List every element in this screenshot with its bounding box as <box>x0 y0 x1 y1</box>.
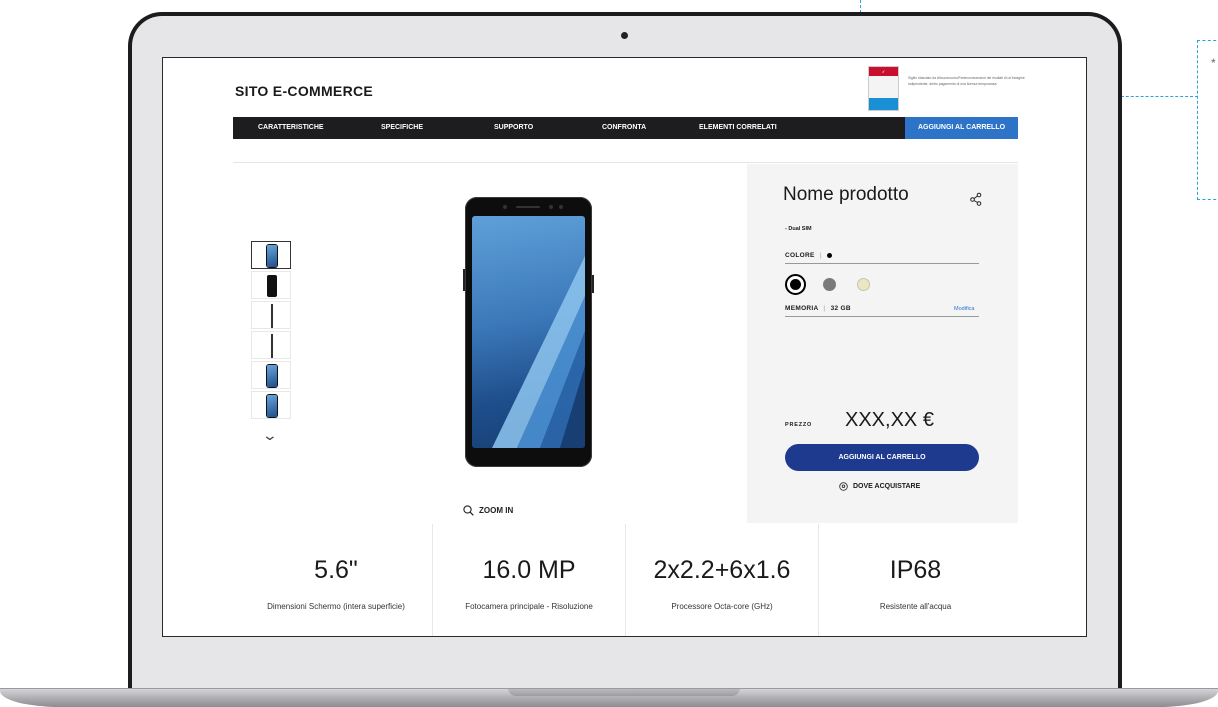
memory-label: MEMORIA <box>785 305 819 312</box>
memory-value: 32 GB <box>830 305 851 312</box>
phone-thumb-image <box>271 304 273 328</box>
badge-footer <box>869 98 898 110</box>
phone-thumb-image <box>267 275 277 297</box>
color-row: COLORE | <box>785 252 832 259</box>
phone-thumb-image <box>271 334 273 358</box>
color-swatch-gray[interactable] <box>823 278 836 291</box>
where-to-buy-link[interactable]: DOVE ACQUISTARE <box>839 482 920 491</box>
location-pin-icon <box>839 482 848 491</box>
price-label: PREZZO <box>785 422 813 428</box>
spec-value: 2x2.2+6x1.6 <box>653 556 791 584</box>
certification-badge[interactable]: ✓ <box>868 66 899 111</box>
annotation-marker: * <box>1211 56 1216 70</box>
zoom-in-label: ZOOM IN <box>479 506 514 515</box>
laptop-base-edge <box>0 688 1218 689</box>
color-swatch-black[interactable] <box>785 274 806 295</box>
phone-speaker <box>516 206 540 208</box>
zoom-in-button[interactable]: ZOOM IN <box>463 505 513 516</box>
swatch-fill <box>790 279 801 290</box>
share-icon[interactable] <box>969 192 983 206</box>
phone-camera-icon <box>503 205 507 209</box>
chevron-down-icon[interactable]: ⌄ <box>262 427 278 444</box>
webcam-icon <box>621 32 628 39</box>
phone-screen <box>472 216 585 448</box>
spec-label: Fotocamera principale - Risoluzione <box>465 602 593 611</box>
site-title[interactable]: SITO E-COMMERCE <box>235 83 373 99</box>
nav-specifiche[interactable]: SPECIFICHE <box>381 117 423 139</box>
product-panel: Nome prodotto - Dual SIM COLORE | MEMORI… <box>747 164 1018 523</box>
phone-thumb-image <box>267 395 277 417</box>
search-icon <box>463 505 474 516</box>
spec-value: 5.6" <box>314 556 358 584</box>
nav-add-to-cart-button[interactable]: AGGIUNGI AL CARRELLO <box>905 117 1018 139</box>
thumbnail-side-left[interactable] <box>251 301 291 329</box>
memory-row-divider <box>785 316 979 317</box>
spec-label: Dimensioni Schermo (intera superficie) <box>267 602 405 611</box>
thumbnail-front[interactable] <box>251 241 291 269</box>
nav-elementi-correlati[interactable]: ELEMENTI CORRELATI <box>699 117 777 139</box>
product-navbar: CARATTERISTICHE SPECIFICHE SUPPORTO CONF… <box>233 117 1018 139</box>
spec-screen-size: 5.6" Dimensioni Schermo (intera superfic… <box>240 524 433 636</box>
header-divider <box>233 162 1018 163</box>
product-subtitle: - Dual SIM <box>785 226 812 232</box>
where-to-buy-label: DOVE ACQUISTARE <box>853 483 921 490</box>
spec-label: Processore Octa-core (GHz) <box>671 602 773 611</box>
spec-label: Resistente all'acqua <box>879 602 952 611</box>
spec-value: 16.0 MP <box>482 556 576 584</box>
thumbnail-angle-2[interactable] <box>251 391 291 419</box>
phone-power-button <box>592 275 594 293</box>
laptop-screen: SITO E-COMMERCE ✓ Sigillo rilasciato da … <box>162 57 1087 637</box>
color-swatch-gold[interactable] <box>857 278 870 291</box>
spec-processor: 2x2.2+6x1.6 Processore Octa-core (GHz) <box>626 524 819 636</box>
add-to-cart-button[interactable]: AGGIUNGI AL CARRELLO <box>785 444 979 471</box>
price-value: XXX,XX € <box>845 409 934 431</box>
thumbnail-angle-1[interactable] <box>251 361 291 389</box>
selected-color-dot <box>826 252 832 258</box>
thumbnail-list <box>251 241 293 421</box>
phone-volume-button <box>463 269 465 291</box>
product-image[interactable] <box>463 197 594 467</box>
product-name: Nome prodotto <box>783 184 909 205</box>
phone-thumb-image <box>267 365 277 387</box>
badge-header: ✓ <box>869 67 898 76</box>
spec-value: IP68 <box>889 556 942 584</box>
spec-highlights: 5.6" Dimensioni Schermo (intera superfic… <box>240 524 1012 636</box>
modify-memory-link[interactable]: Modifica <box>954 306 974 312</box>
phone-thumb-image <box>267 245 277 267</box>
spec-water-resistance: IP68 Resistente all'acqua <box>819 524 1012 636</box>
badge-body <box>869 76 898 98</box>
badge-description: Sigillo rilasciato da Altroconsumo/Feder… <box>908 76 1025 86</box>
color-label: COLORE <box>785 252 815 259</box>
memory-row: MEMORIA | 32 GB <box>785 305 851 312</box>
thumbnail-side-right[interactable] <box>251 331 291 359</box>
nav-confronta[interactable]: CONFRONTA <box>602 117 646 139</box>
nav-supporto[interactable]: SUPPORTO <box>494 117 533 139</box>
laptop-base-notch <box>508 688 740 696</box>
wallpaper-graphic <box>492 256 585 448</box>
phone-camera-icon <box>549 205 553 209</box>
spec-camera: 16.0 MP Fotocamera principale - Risoluzi… <box>433 524 626 636</box>
thumbnail-back[interactable] <box>251 271 291 299</box>
color-row-divider <box>785 263 979 264</box>
phone-sensor-icon <box>559 205 563 209</box>
nav-caratteristiche[interactable]: CARATTERISTICHE <box>258 117 324 139</box>
